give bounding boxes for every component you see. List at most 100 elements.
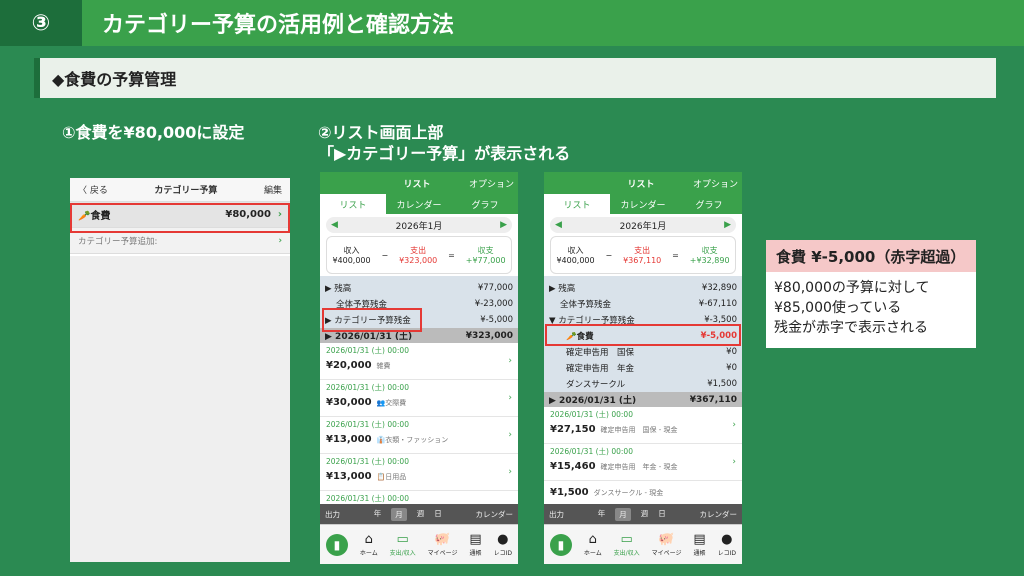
- list-item[interactable]: 2026/01/31 (土) 00:00 ¥13,000 👔衣類・ファッション ›: [320, 417, 518, 454]
- balance-value: +¥32,890: [689, 256, 730, 265]
- export-button[interactable]: 出力: [325, 509, 340, 520]
- option-button[interactable]: オプション: [449, 177, 518, 190]
- row-value: ¥1,500: [707, 379, 737, 389]
- book-icon[interactable]: ▮: [325, 533, 348, 556]
- list-item[interactable]: 2026/01/31 (土) 00:00 ¥30,000 👥交際費 ›: [320, 380, 518, 417]
- wallet-icon: ▭: [396, 532, 409, 547]
- calendar-button[interactable]: カレンダー: [700, 509, 738, 520]
- book-icon[interactable]: ▮: [549, 533, 572, 556]
- chevron-right-icon: ›: [508, 430, 512, 440]
- export-button[interactable]: 出力: [549, 509, 564, 520]
- next-month-icon[interactable]: ▶: [724, 220, 731, 230]
- nav-home[interactable]: ⌂ ホーム: [360, 532, 378, 557]
- tab-list[interactable]: リスト: [544, 194, 610, 214]
- period-month[interactable]: 月: [391, 507, 407, 521]
- summary-box: 収入 ¥400,000 − 支出 ¥367,110 = 収支 +¥32,890: [550, 236, 736, 274]
- edit-button[interactable]: 編集: [264, 183, 282, 196]
- screenshot-list-view: リスト オプション リスト カレンダー グラフ ◀ 2026年1月 ▶ 収入 ¥4…: [320, 172, 518, 564]
- piggybank-icon: 🐖: [434, 532, 451, 547]
- nav-label: ホーム: [583, 550, 602, 557]
- chevron-right-icon: ›: [278, 235, 282, 246]
- nav-entry[interactable]: ▭ 支出/収入: [614, 532, 640, 557]
- piggybank-icon: 🐖: [658, 532, 675, 547]
- tab-calendar[interactable]: カレンダー: [386, 194, 452, 214]
- nav-recoid[interactable]: ● レコID: [718, 532, 736, 557]
- app-topbar: リスト オプション: [320, 172, 518, 194]
- highlight-box: [545, 324, 741, 346]
- nav-label: 通帳: [469, 550, 482, 557]
- period-year[interactable]: 年: [598, 508, 606, 521]
- list-item[interactable]: 2026/01/31 (土) 00:00 ¥20,000 雑費 ›: [320, 343, 518, 380]
- nav-home[interactable]: ⌂ ホーム: [584, 532, 602, 557]
- highlight-box: [322, 308, 422, 332]
- callout-title: 食費 ¥-5,000（赤字超過）: [766, 240, 976, 272]
- user-icon: ●: [497, 532, 509, 547]
- nav-passbook[interactable]: ▤ 通帳: [693, 532, 705, 557]
- entry-date: 2026/01/31 (土) 00:00: [326, 494, 409, 503]
- list-item[interactable]: 2026/01/31 (土) 00:00 ¥15,460 確定申告用 年金 - 現金…: [544, 444, 742, 481]
- subsection-title: ◆食費の予算管理: [34, 58, 996, 98]
- entry-date: 2026/01/31 (土) 00:00: [550, 410, 633, 419]
- prev-month-icon[interactable]: ◀: [331, 220, 338, 230]
- row-label: 確定申告用 国保: [566, 348, 635, 358]
- row-value: ¥-23,000: [474, 299, 513, 309]
- equals-sign: =: [448, 250, 455, 260]
- callout-body: ¥80,000の予算に対して ¥85,000使っている 残金が赤字で表示される: [766, 272, 976, 348]
- screenshot-category-expanded: リスト オプション リスト カレンダー グラフ ◀ 2026年1月 ▶ 収入 ¥4…: [544, 172, 742, 564]
- equals-sign: =: [672, 250, 679, 260]
- home-icon: ⌂: [364, 532, 373, 547]
- tab-graph[interactable]: グラフ: [676, 194, 742, 214]
- row-value: ¥-67,110: [698, 299, 737, 309]
- nav-entry[interactable]: ▭ 支出/収入: [390, 532, 416, 557]
- bottom-nav: ▮ ⌂ ホーム ▭ 支出/収入 🐖 マイページ ▤ 通帳 ● レコID: [320, 524, 518, 564]
- chevron-right-icon: ›: [508, 393, 512, 403]
- row-label: ▶ 残高: [549, 284, 576, 294]
- calendar-button[interactable]: カレンダー: [476, 509, 514, 520]
- empty-area: [70, 256, 290, 562]
- date-header: ▶ 2026/01/31 (土) ¥367,110: [544, 392, 742, 407]
- period-week[interactable]: 週: [417, 508, 425, 521]
- user-icon: ●: [721, 532, 733, 547]
- balance-value: +¥77,000: [465, 256, 506, 265]
- nav-mypage[interactable]: 🐖 マイページ: [428, 532, 458, 557]
- bottom-nav: ▮ ⌂ ホーム ▭ 支出/収入 🐖 マイページ ▤ 通帳 ● レコID: [544, 524, 742, 564]
- date-total: ¥323,000: [465, 330, 513, 341]
- callout-box: 食費 ¥-5,000（赤字超過） ¥80,000の予算に対して ¥85,000使…: [766, 240, 976, 348]
- row-balance[interactable]: ▶ 残高 ¥32,890: [544, 280, 742, 296]
- nav-label: 支出/収入: [613, 550, 640, 557]
- expense-value: ¥367,110: [623, 256, 662, 265]
- callout-line: ¥80,000の予算に対して: [774, 280, 930, 296]
- tab-list[interactable]: リスト: [320, 194, 386, 214]
- callout-line: 残金が赤字で表示される: [774, 320, 928, 336]
- date-total: ¥367,110: [689, 394, 737, 405]
- entry-category: 👔衣類・ファッション: [376, 436, 449, 444]
- nav-passbook[interactable]: ▤ 通帳: [469, 532, 481, 557]
- period-week[interactable]: 週: [641, 508, 649, 521]
- tab-graph[interactable]: グラフ: [452, 194, 518, 214]
- list-item[interactable]: 2026/01/31 (土) 00:00 ¥27,150 確定申告用 国保 - 現金…: [544, 407, 742, 444]
- nav-label: 通帳: [693, 550, 706, 557]
- nav-mypage[interactable]: 🐖 マイページ: [652, 532, 682, 557]
- row-label: 全体予算残金: [560, 300, 612, 310]
- entry-category: 👥交際費: [376, 399, 407, 407]
- period-bar: 出力 年月週日 カレンダー: [320, 504, 518, 524]
- prev-month-icon[interactable]: ◀: [555, 220, 562, 230]
- period-day[interactable]: 日: [434, 508, 442, 521]
- period-month[interactable]: 月: [615, 507, 631, 521]
- entry-amount: ¥1,500: [550, 487, 589, 498]
- entry-amount: ¥13,000: [326, 471, 372, 482]
- passbook-icon: ▤: [469, 532, 482, 547]
- option-button[interactable]: オプション: [673, 177, 742, 190]
- screenshot-category-budget: 〈 戻る カテゴリー予算 編集 🥕食費 ¥80,000 › カテゴリー予算追加:…: [70, 178, 290, 562]
- back-button[interactable]: 〈 戻る: [78, 183, 108, 196]
- nav-recoid[interactable]: ● レコID: [494, 532, 512, 557]
- entry-category: 雑費: [376, 362, 391, 370]
- month-selector: ◀ 2026年1月 ▶: [326, 217, 512, 233]
- next-month-icon[interactable]: ▶: [500, 220, 507, 230]
- period-day[interactable]: 日: [658, 508, 666, 521]
- row-balance[interactable]: ▶ 残高 ¥77,000: [320, 280, 518, 296]
- period-year[interactable]: 年: [374, 508, 382, 521]
- list-item[interactable]: 2026/01/31 (土) 00:00 ¥13,000 📋日用品 ›: [320, 454, 518, 491]
- section-number: ③: [0, 0, 82, 46]
- tab-calendar[interactable]: カレンダー: [610, 194, 676, 214]
